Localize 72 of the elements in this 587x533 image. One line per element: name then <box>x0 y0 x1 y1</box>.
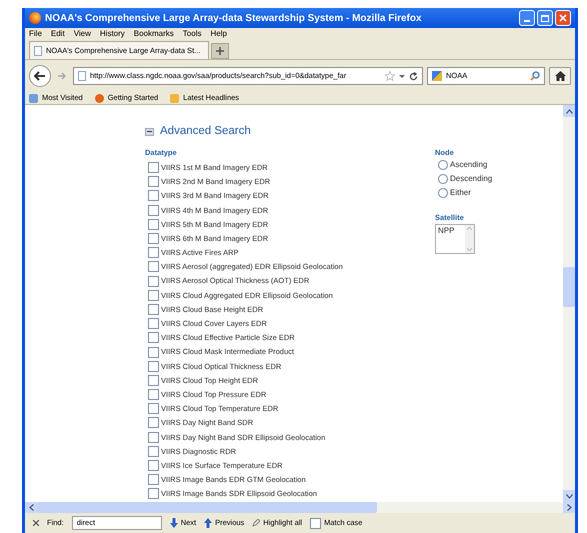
maximize-button[interactable] <box>537 10 553 26</box>
back-button[interactable] <box>29 65 51 87</box>
search-icon[interactable] <box>530 71 540 81</box>
scrollbar-thumb[interactable] <box>37 502 377 513</box>
menu-item[interactable]: Tools <box>182 28 202 40</box>
checkbox[interactable] <box>148 233 159 244</box>
checkbox[interactable] <box>148 218 159 230</box>
checkbox[interactable] <box>148 190 159 202</box>
up-arrow-icon <box>204 518 212 528</box>
home-button[interactable] <box>549 67 571 85</box>
menu-item[interactable]: File <box>29 28 42 40</box>
checkbox[interactable] <box>148 261 159 272</box>
scroll-right-button[interactable] <box>563 502 575 513</box>
dropdown-icon[interactable] <box>399 74 405 78</box>
new-tab-button[interactable] <box>211 43 229 59</box>
back-arrow-icon <box>34 71 46 81</box>
vertical-scrollbar[interactable] <box>563 105 575 502</box>
radio-button[interactable] <box>438 160 448 170</box>
page-icon <box>78 71 86 81</box>
home-icon <box>554 71 566 81</box>
checkbox[interactable] <box>148 432 159 443</box>
checkbox[interactable] <box>148 374 159 386</box>
horizontal-scrollbar[interactable] <box>25 502 575 513</box>
close-icon <box>559 14 567 22</box>
collapse-icon[interactable] <box>145 128 154 136</box>
satellite-list[interactable]: NPP <box>435 224 475 254</box>
scrollbar-thumb[interactable] <box>563 267 575 307</box>
checkbox[interactable] <box>148 474 159 486</box>
checkbox[interactable] <box>148 446 159 457</box>
star-icon[interactable] <box>385 71 395 81</box>
checkbox[interactable] <box>148 403 159 414</box>
checkbox[interactable] <box>148 488 159 500</box>
section-heading: Advanced Search <box>160 124 251 139</box>
checkbox[interactable] <box>148 389 159 400</box>
radio-label: Descending <box>450 173 492 186</box>
minimize-button[interactable] <box>519 10 535 26</box>
checkbox[interactable] <box>148 304 159 315</box>
forward-arrow-icon <box>58 72 66 80</box>
checkbox[interactable] <box>148 346 159 358</box>
checkbox[interactable] <box>148 176 159 188</box>
menu-item[interactable]: History <box>100 28 125 40</box>
checkbox[interactable] <box>148 204 159 216</box>
checkbox[interactable] <box>148 360 159 372</box>
scroll-left-button[interactable] <box>25 502 37 513</box>
plus-icon <box>216 47 224 55</box>
checkbox[interactable] <box>148 318 159 330</box>
window-title: NOAA's Comprehensive Large Array-data Stewardship System - Mozilla Firefox <box>45 12 422 26</box>
search-engine-icon[interactable] <box>432 71 442 81</box>
menu-item[interactable]: View <box>74 28 91 40</box>
down-arrow-icon <box>170 518 178 528</box>
checkbox[interactable] <box>148 460 159 472</box>
list-option[interactable]: NPP <box>438 224 463 236</box>
radio-button[interactable] <box>438 174 448 184</box>
checkbox[interactable] <box>148 276 159 287</box>
radio-label: Either <box>450 187 471 200</box>
checkbox[interactable] <box>148 162 159 174</box>
page-icon <box>34 46 42 56</box>
close-icon[interactable] <box>33 520 39 526</box>
checkbox[interactable] <box>148 247 159 258</box>
checkbox[interactable] <box>148 290 159 301</box>
menu-item[interactable]: Help <box>210 28 227 40</box>
checkbox[interactable] <box>148 417 159 428</box>
reload-icon[interactable] <box>409 72 418 80</box>
menu-item[interactable]: Edit <box>50 28 65 40</box>
checkbox[interactable] <box>148 332 159 344</box>
radio-label: Ascending <box>450 159 488 172</box>
radio-button[interactable] <box>438 188 448 198</box>
close-button[interactable] <box>555 10 571 26</box>
marker-icon <box>252 519 260 527</box>
checkbox[interactable] <box>310 518 322 528</box>
browser-logo-icon <box>29 12 41 24</box>
menu-item[interactable]: Bookmarks <box>134 28 174 40</box>
